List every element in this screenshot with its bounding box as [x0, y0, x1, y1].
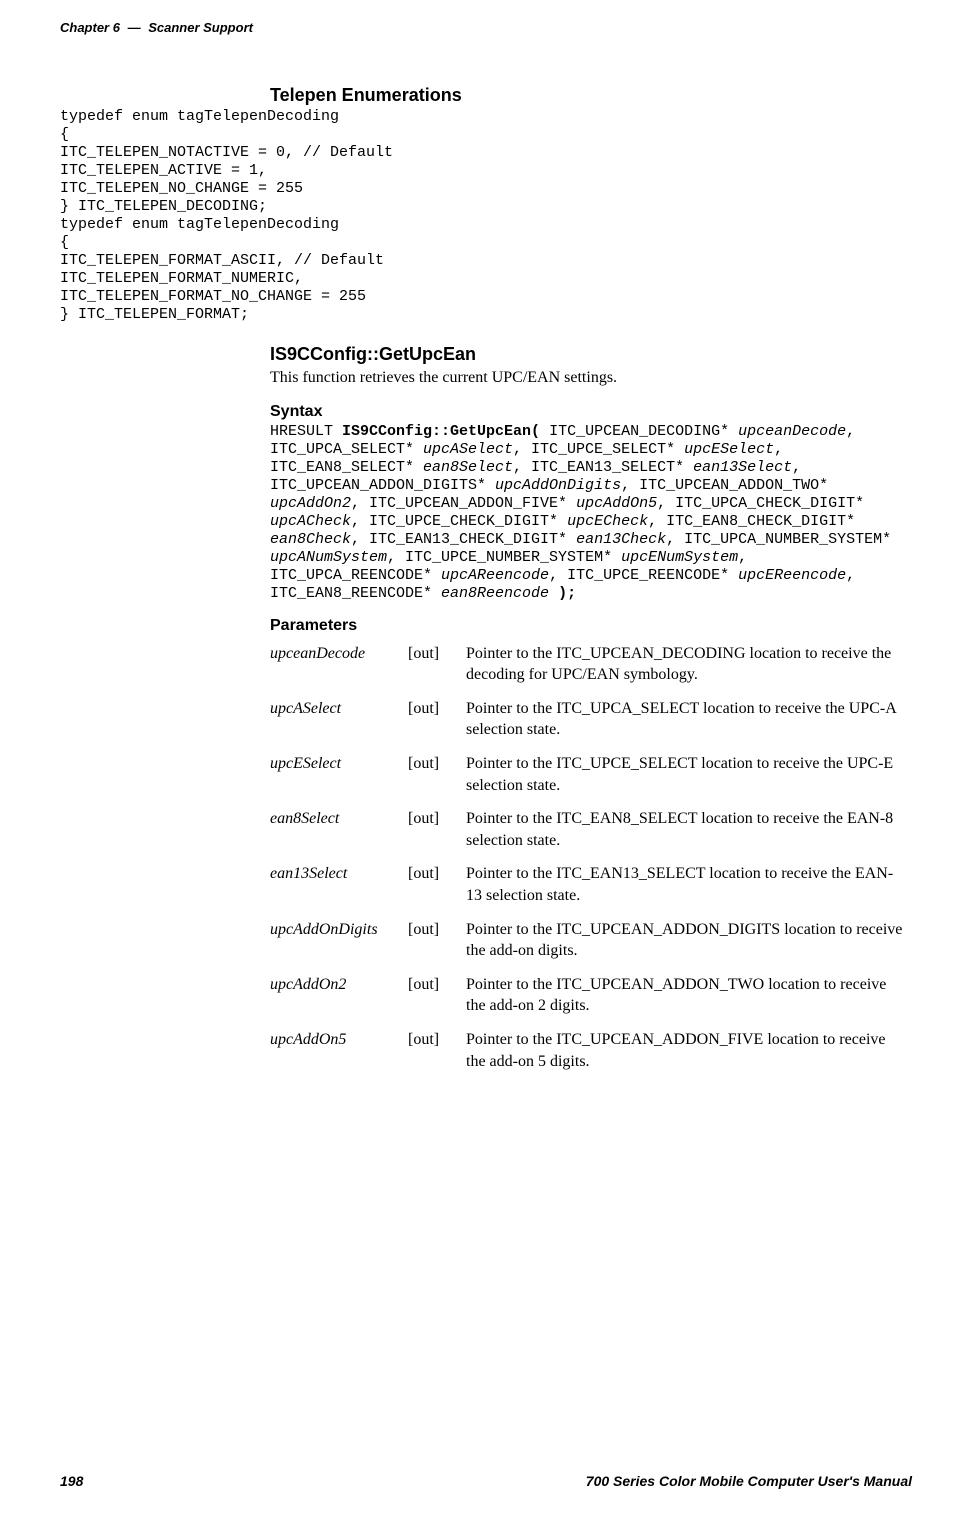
- param-desc: Pointer to the ITC_EAN13_SELECT location…: [466, 857, 912, 912]
- param-row: upcASelect[out]Pointer to the ITC_UPCA_S…: [270, 692, 912, 747]
- param-desc: Pointer to the ITC_UPCEAN_ADDON_FIVE loc…: [466, 1023, 912, 1078]
- param-direction: [out]: [408, 913, 466, 968]
- running-head-title: Scanner Support: [148, 20, 253, 35]
- syntax-prefix: HRESULT: [270, 423, 342, 440]
- param-desc: Pointer to the ITC_UPCEAN_ADDON_DIGITS l…: [466, 913, 912, 968]
- syn-p11: ean8Check: [270, 531, 351, 548]
- syn-p9: upcACheck: [270, 513, 351, 530]
- page-footer: 198 700 Series Color Mobile Computer Use…: [60, 1473, 912, 1489]
- param-desc: Pointer to the ITC_UPCA_SELECT location …: [466, 692, 912, 747]
- syn-t13: , ITC_UPCA_NUMBER_SYSTEM*: [666, 531, 891, 548]
- running-head-dash: —: [128, 20, 141, 35]
- param-direction: [out]: [408, 747, 466, 802]
- page: Chapter 6 — Scanner Support Telepen Enum…: [0, 0, 972, 1519]
- param-direction: [out]: [408, 637, 466, 692]
- syn-t10: , ITC_UPCE_CHECK_DIGIT*: [351, 513, 567, 530]
- syn-end: );: [549, 585, 576, 602]
- param-row: ean13Select[out]Pointer to the ITC_EAN13…: [270, 857, 912, 912]
- param-row: upcAddOnDigits[out]Pointer to the ITC_UP…: [270, 913, 912, 968]
- running-head-chapter: Chapter 6: [60, 20, 120, 35]
- syn-p14: upcENumSystem: [621, 549, 738, 566]
- param-desc: Pointer to the ITC_UPCE_SELECT location …: [466, 747, 912, 802]
- syn-t14: , ITC_UPCE_NUMBER_SYSTEM*: [387, 549, 621, 566]
- syntax-call: IS9CConfig::GetUpcEan(: [342, 423, 540, 440]
- syn-p6: upcAddOnDigits: [495, 477, 621, 494]
- syn-t16: , ITC_UPCE_REENCODE*: [549, 567, 738, 584]
- syn-t11: , ITC_EAN8_CHECK_DIGIT*: [648, 513, 855, 530]
- param-name: upcESelect: [270, 747, 408, 802]
- syn-t9: , ITC_UPCA_CHECK_DIGIT*: [657, 495, 864, 512]
- footer-title: 700 Series Color Mobile Computer User's …: [586, 1473, 912, 1489]
- syn-t8: , ITC_UPCEAN_ADDON_FIVE*: [351, 495, 576, 512]
- page-number: 198: [60, 1473, 83, 1489]
- syn-p16: upcEReencode: [738, 567, 846, 584]
- syn-p1: upceanDecode: [738, 423, 846, 440]
- param-row: upceanDecode[out]Pointer to the ITC_UPCE…: [270, 637, 912, 692]
- syn-t3: , ITC_UPCE_SELECT*: [513, 441, 684, 458]
- telepen-code: typedef enum tagTelepenDecoding { ITC_TE…: [60, 108, 912, 324]
- syn-p3: upcESelect: [684, 441, 774, 458]
- param-direction: [out]: [408, 968, 466, 1023]
- param-direction: [out]: [408, 857, 466, 912]
- syn-p4: ean8Select: [423, 459, 513, 476]
- running-head: Chapter 6 — Scanner Support: [60, 20, 912, 35]
- param-name: upceanDecode: [270, 637, 408, 692]
- syntax-block: HRESULT IS9CConfig::GetUpcEan( ITC_UPCEA…: [270, 423, 912, 603]
- syn-p5: ean13Select: [693, 459, 792, 476]
- syn-t5: , ITC_EAN13_SELECT*: [513, 459, 693, 476]
- param-row: upcAddOn5[out]Pointer to the ITC_UPCEAN_…: [270, 1023, 912, 1078]
- telepen-section: Telepen Enumerations: [270, 85, 912, 106]
- syn-p15: upcAReencode: [441, 567, 549, 584]
- telepen-heading: Telepen Enumerations: [270, 85, 912, 106]
- param-row: upcAddOn2[out]Pointer to the ITC_UPCEAN_…: [270, 968, 912, 1023]
- param-name: ean13Select: [270, 857, 408, 912]
- syn-p7: upcAddOn2: [270, 495, 351, 512]
- param-desc: Pointer to the ITC_UPCEAN_DECODING locat…: [466, 637, 912, 692]
- param-desc: Pointer to the ITC_EAN8_SELECT location …: [466, 802, 912, 857]
- param-name: upcAddOn5: [270, 1023, 408, 1078]
- syn-p8: upcAddOn5: [576, 495, 657, 512]
- param-direction: [out]: [408, 802, 466, 857]
- getupcean-section: IS9CConfig::GetUpcEan This function retr…: [270, 344, 912, 1078]
- syn-t1: ITC_UPCEAN_DECODING*: [540, 423, 738, 440]
- parameters-table: upceanDecode[out]Pointer to the ITC_UPCE…: [270, 637, 912, 1079]
- param-desc: Pointer to the ITC_UPCEAN_ADDON_TWO loca…: [466, 968, 912, 1023]
- param-direction: [out]: [408, 1023, 466, 1078]
- syn-t7: , ITC_UPCEAN_ADDON_TWO*: [621, 477, 828, 494]
- syn-p10: upcECheck: [567, 513, 648, 530]
- syn-t12: , ITC_EAN13_CHECK_DIGIT*: [351, 531, 576, 548]
- param-direction: [out]: [408, 692, 466, 747]
- syn-p17: ean8Reencode: [441, 585, 549, 602]
- param-name: upcAddOn2: [270, 968, 408, 1023]
- syntax-heading: Syntax: [270, 403, 912, 421]
- param-row: ean8Select[out]Pointer to the ITC_EAN8_S…: [270, 802, 912, 857]
- syn-p2: upcASelect: [423, 441, 513, 458]
- param-name: upcAddOnDigits: [270, 913, 408, 968]
- syn-p12: ean13Check: [576, 531, 666, 548]
- param-row: upcESelect[out]Pointer to the ITC_UPCE_S…: [270, 747, 912, 802]
- param-name: upcASelect: [270, 692, 408, 747]
- param-name: ean8Select: [270, 802, 408, 857]
- parameters-heading: Parameters: [270, 617, 912, 635]
- getupcean-heading: IS9CConfig::GetUpcEan: [270, 344, 912, 365]
- getupcean-desc: This function retrieves the current UPC/…: [270, 367, 912, 389]
- syn-p13: upcANumSystem: [270, 549, 387, 566]
